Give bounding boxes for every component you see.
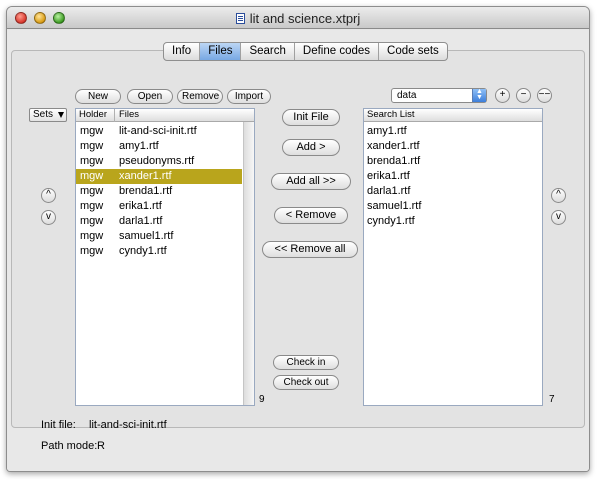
holder-cell: mgw (80, 200, 104, 212)
tab-search[interactable]: Search (241, 43, 295, 60)
table-row-selected[interactable]: mgw xander1.rtf (76, 169, 242, 184)
data-select-value: data (397, 90, 417, 101)
list-item[interactable]: cyndy1.rtf (367, 214, 415, 229)
file-cell: samuel1.rtf (119, 230, 174, 242)
list-item[interactable]: xander1.rtf (367, 139, 420, 154)
column-divider (114, 109, 115, 122)
file-cell: lit-and-sci-init.rtf (119, 125, 197, 137)
check-in-button[interactable]: Check in (273, 355, 339, 370)
list-item[interactable]: darla1.rtf (367, 184, 410, 199)
holder-cell: mgw (80, 230, 104, 242)
holder-cell: mgw (80, 140, 104, 152)
file-cell: erika1.rtf (119, 200, 162, 212)
holder-cell: mgw (80, 185, 104, 197)
window-title-wrap: lit and science.xtprj (7, 11, 589, 26)
add-all-button[interactable]: Add all >> (271, 173, 351, 190)
holder-cell: mgw (80, 125, 104, 137)
holder-cell: mgw (80, 170, 104, 182)
column-header-files[interactable]: Files (116, 109, 139, 121)
remove-set-button[interactable]: − (516, 88, 531, 103)
search-list-count: 7 (549, 394, 555, 405)
tab-files[interactable]: Files (200, 43, 242, 60)
new-button[interactable]: New (75, 89, 121, 104)
holder-cell: mgw (80, 155, 104, 167)
list-item[interactable]: brenda1.rtf (367, 154, 420, 169)
search-list[interactable]: Search List amy1.rtf xander1.rtf brenda1… (363, 108, 543, 406)
init-file-button[interactable]: Init File (282, 109, 340, 126)
right-move-down-button[interactable]: v (551, 210, 566, 225)
select-stepper-icon: ▲ ▼ (472, 88, 486, 102)
data-select[interactable]: data ▲ ▼ (391, 88, 487, 103)
path-mode-value: R (97, 440, 105, 452)
sets-select[interactable]: Sets (29, 108, 67, 122)
tab-define-codes[interactable]: Define codes (295, 43, 380, 60)
tab-bar: Info Files Search Define codes Code sets (163, 42, 448, 61)
remove-all-button[interactable]: << Remove all (262, 241, 358, 258)
add-set-button[interactable]: + (495, 88, 510, 103)
file-cell: cyndy1.rtf (119, 245, 167, 257)
add-button[interactable]: Add > (282, 139, 340, 156)
main-window: lit and science.xtprj Info Files Search … (6, 6, 590, 472)
file-cell: pseudonyms.rtf (119, 155, 195, 167)
file-cell: amy1.rtf (119, 140, 159, 152)
file-cell: brenda1.rtf (119, 185, 173, 197)
open-button[interactable]: Open (127, 89, 173, 104)
left-move-up-button[interactable]: ^ (41, 188, 56, 203)
files-count: 9 (259, 394, 265, 405)
files-list[interactable]: Holder Files mgw lit-and-sci-init.rtf mgw… (75, 108, 255, 406)
column-header-holder[interactable]: Holder (76, 109, 107, 121)
remove-file-button[interactable]: Remove (177, 89, 223, 104)
list-item[interactable]: amy1.rtf (367, 124, 407, 139)
import-button[interactable]: Import (227, 89, 271, 104)
table-row[interactable]: mgw brenda1.rtf (76, 184, 242, 199)
holder-cell: mgw (80, 215, 104, 227)
table-row[interactable]: mgw lit-and-sci-init.rtf (76, 124, 242, 139)
column-header-search-list[interactable]: Search List (364, 109, 415, 121)
search-list-header: Search List (364, 109, 542, 122)
table-row[interactable]: mgw samuel1.rtf (76, 229, 242, 244)
init-file-value: lit-and-sci-init.rtf (89, 419, 167, 431)
tab-info[interactable]: Info (164, 43, 201, 60)
path-mode-label: Path mode: (41, 440, 98, 452)
table-row[interactable]: mgw cyndy1.rtf (76, 244, 242, 259)
file-cell: xander1.rtf (119, 170, 172, 182)
table-row[interactable]: mgw darla1.rtf (76, 214, 242, 229)
init-file-label: Init file: (41, 419, 76, 431)
window-title: lit and science.xtprj (249, 11, 361, 26)
table-row[interactable]: mgw erika1.rtf (76, 199, 242, 214)
remove-from-search-button[interactable]: < Remove (274, 207, 348, 224)
right-move-up-button[interactable]: ^ (551, 188, 566, 203)
holder-cell: mgw (80, 245, 104, 257)
check-out-button[interactable]: Check out (273, 375, 339, 390)
document-icon (235, 13, 245, 24)
table-row[interactable]: mgw pseudonyms.rtf (76, 154, 242, 169)
list-item[interactable]: samuel1.rtf (367, 199, 421, 214)
files-list-header: Holder Files (76, 109, 254, 122)
tab-code-sets[interactable]: Code sets (379, 43, 447, 60)
dropdown-arrow-icon (58, 112, 64, 118)
list-item[interactable]: erika1.rtf (367, 169, 410, 184)
files-list-scrollbar[interactable] (243, 122, 254, 405)
remove-all-sets-button[interactable]: −− (537, 88, 552, 103)
title-bar: lit and science.xtprj (7, 7, 589, 29)
table-row[interactable]: mgw amy1.rtf (76, 139, 242, 154)
file-cell: darla1.rtf (119, 215, 163, 227)
sets-select-value: Sets (33, 109, 54, 120)
content-area: Info Files Search Define codes Code sets… (7, 30, 589, 471)
left-move-down-button[interactable]: v (41, 210, 56, 225)
